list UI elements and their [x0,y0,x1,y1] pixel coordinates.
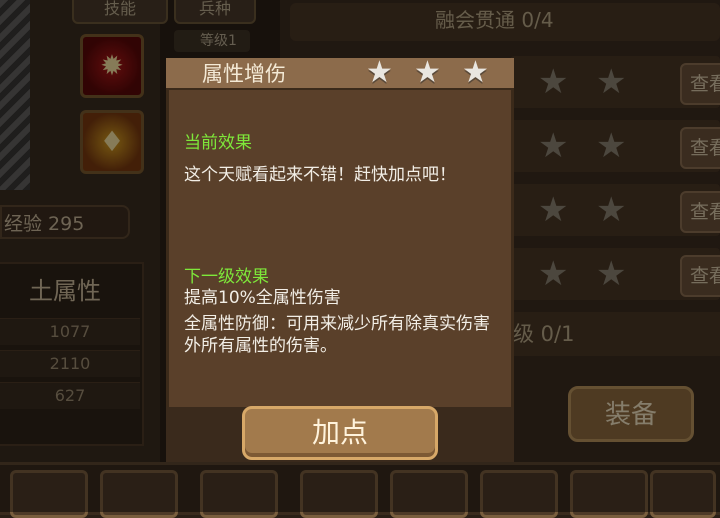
current-effect-text: 这个天赋看起来不错！赶快加点吧！ [184,165,456,185]
next-effect-description: 全属性防御：可用来减少所有除真实伤害外所有属性的伤害。 [184,314,490,356]
star-icon: ★ [462,55,489,90]
popup-title: 属性增伤 [202,62,286,86]
star-icon: ★ [366,55,393,90]
star-icon: ★ [414,55,441,90]
talent-popup [166,58,514,462]
next-effect-line: 提高10%全属性伤害 [184,288,341,308]
next-effect-heading: 下一级效果 [184,267,269,287]
add-point-button[interactable]: 加点 [242,406,438,460]
current-effect-heading: 当前效果 [184,133,252,153]
